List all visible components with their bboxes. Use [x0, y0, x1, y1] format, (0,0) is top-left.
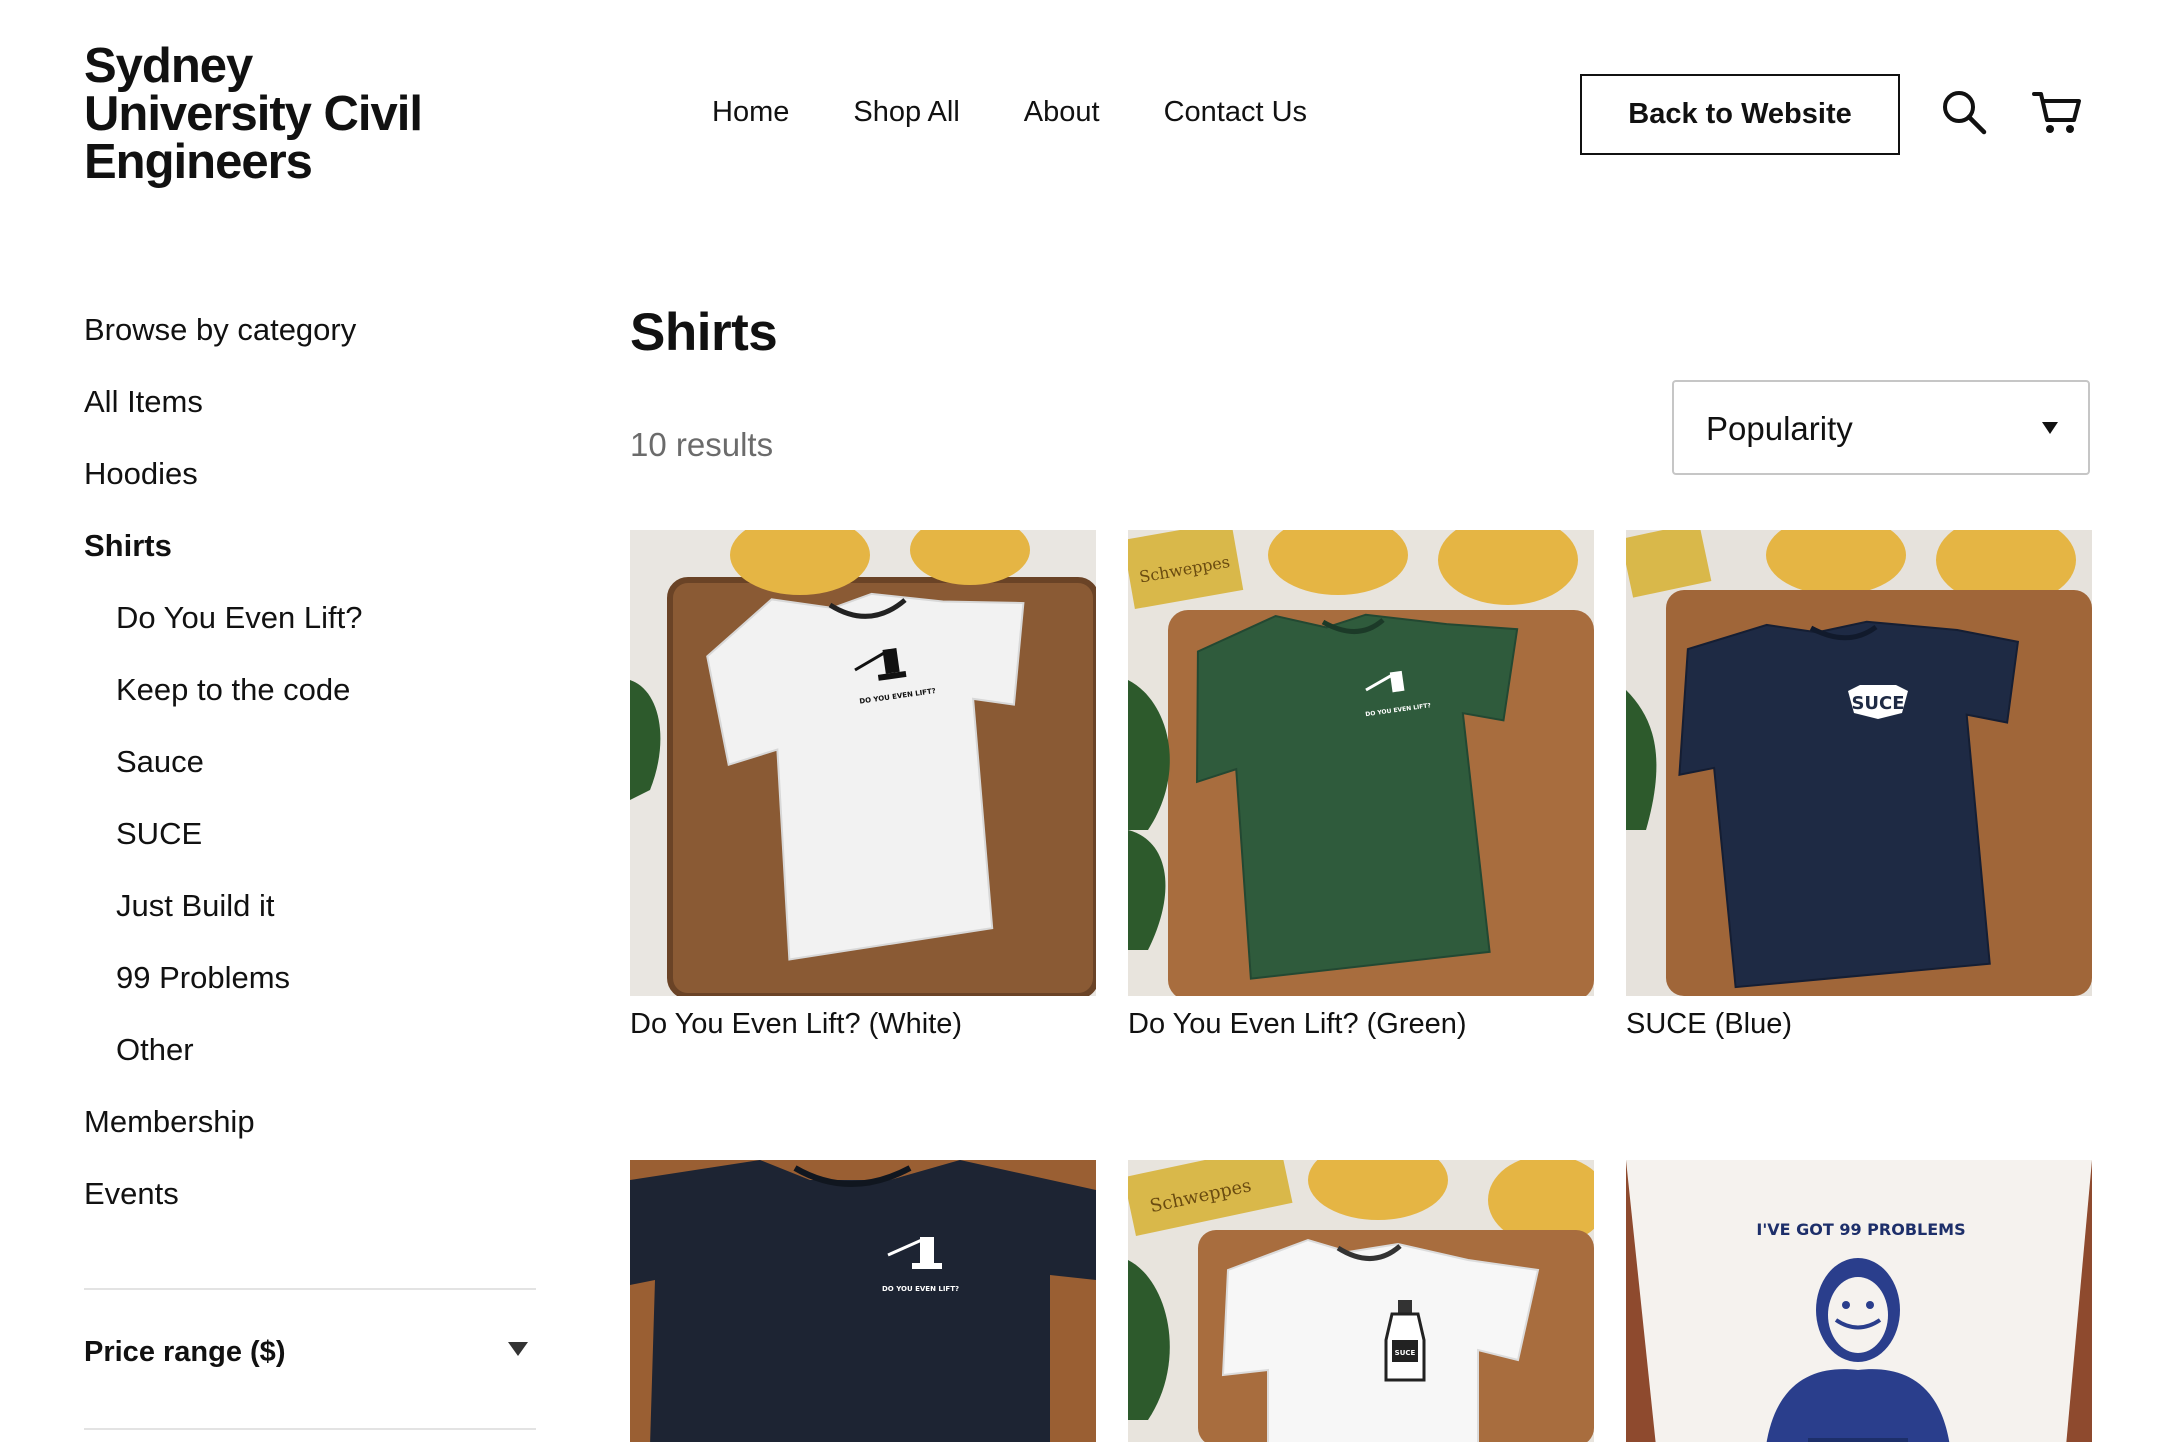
- subcategory-just-build-it[interactable]: Just Build it: [84, 888, 536, 960]
- sort-select[interactable]: Popularity: [1672, 380, 2090, 475]
- search-icon[interactable]: [1940, 88, 1988, 136]
- product-image-tshirt[interactable]: Schweppes SUCE: [1128, 1160, 1594, 1442]
- category-all-items[interactable]: All Items: [84, 384, 536, 456]
- svg-text:DO YOU EVEN LIFT?: DO YOU EVEN LIFT?: [882, 1285, 959, 1293]
- category-shirts[interactable]: Shirts: [84, 528, 536, 600]
- product-card[interactable]: DO YOU EVEN LIFT?: [630, 1160, 1096, 1442]
- subcategory-sauce[interactable]: Sauce: [84, 744, 536, 816]
- product-card[interactable]: I'VE GOT 99 PROBLEMS: [1626, 1160, 2092, 1442]
- product-card[interactable]: Schweppes DO YOU EVEN LIFT? Do You Even …: [1128, 530, 1594, 1041]
- product-card[interactable]: SUCE SUCE (Blue): [1626, 530, 2092, 1041]
- logo-line-1: Sydney: [84, 39, 253, 93]
- product-card[interactable]: DO YOU EVEN LIFT? Do You Even Lift? (Whi…: [630, 530, 1096, 1041]
- results-count: 10 results: [630, 426, 774, 463]
- category-membership[interactable]: Membership: [84, 1104, 536, 1176]
- subcategory-keep-to-the-code[interactable]: Keep to the code: [84, 672, 536, 744]
- price-range-toggle[interactable]: Price range ($): [84, 1336, 285, 1369]
- logo-line-2: University Civil: [84, 87, 423, 141]
- sidebar-divider: [84, 1288, 536, 1290]
- nav-contact-us[interactable]: Contact Us: [1164, 96, 1307, 129]
- nav-home[interactable]: Home: [712, 96, 789, 129]
- back-to-website-button[interactable]: Back to Website: [1580, 74, 1900, 155]
- nav-shop-all[interactable]: Shop All: [853, 96, 959, 129]
- svg-text:SUCE: SUCE: [1395, 1349, 1416, 1357]
- sort-selected-value: Popularity: [1706, 410, 1853, 447]
- subcategory-do-you-even-lift[interactable]: Do You Even Lift?: [84, 600, 536, 672]
- svg-text:I'VE GOT 99 PROBLEMS: I'VE GOT 99 PROBLEMS: [1756, 1220, 1965, 1239]
- category-hoodies[interactable]: Hoodies: [84, 456, 536, 528]
- category-events[interactable]: Events: [84, 1176, 536, 1248]
- category-sidebar: Browse by category All Items Hoodies Shi…: [84, 312, 536, 1248]
- product-image-tshirt[interactable]: DO YOU EVEN LIFT?: [630, 530, 1096, 996]
- store-logo[interactable]: Sydney University Civil Engineers: [84, 39, 504, 189]
- nav-about[interactable]: About: [1024, 96, 1100, 129]
- svg-text:SUCE: SUCE: [1851, 693, 1904, 714]
- product-name[interactable]: Do You Even Lift? (Green): [1128, 1008, 1594, 1041]
- subcategory-suce[interactable]: SUCE: [84, 816, 536, 888]
- page-title: Shirts: [630, 303, 778, 362]
- product-image-tshirt[interactable]: DO YOU EVEN LIFT?: [630, 1160, 1096, 1442]
- logo-line-3: Engineers: [84, 135, 313, 189]
- chevron-down-icon: [2042, 422, 2058, 434]
- cart-icon[interactable]: [2032, 88, 2081, 136]
- product-image-tshirt[interactable]: SUCE: [1626, 530, 2092, 996]
- subcategory-99-problems[interactable]: 99 Problems: [84, 960, 536, 1032]
- product-card[interactable]: Schweppes SUCE: [1128, 1160, 1594, 1442]
- product-name[interactable]: SUCE (Blue): [1626, 1008, 2092, 1041]
- price-range-caret-icon[interactable]: [508, 1342, 528, 1356]
- browse-by-category-heading: Browse by category: [84, 312, 357, 347]
- product-name[interactable]: Do You Even Lift? (White): [630, 1008, 1096, 1041]
- product-image-tshirt[interactable]: I'VE GOT 99 PROBLEMS: [1626, 1160, 2092, 1442]
- sidebar-divider-bottom: [84, 1428, 536, 1430]
- subcategory-other[interactable]: Other: [84, 1032, 536, 1104]
- main-nav: Home Shop All About Contact Us: [712, 96, 1307, 129]
- product-image-tshirt[interactable]: Schweppes DO YOU EVEN LIFT?: [1128, 530, 1594, 996]
